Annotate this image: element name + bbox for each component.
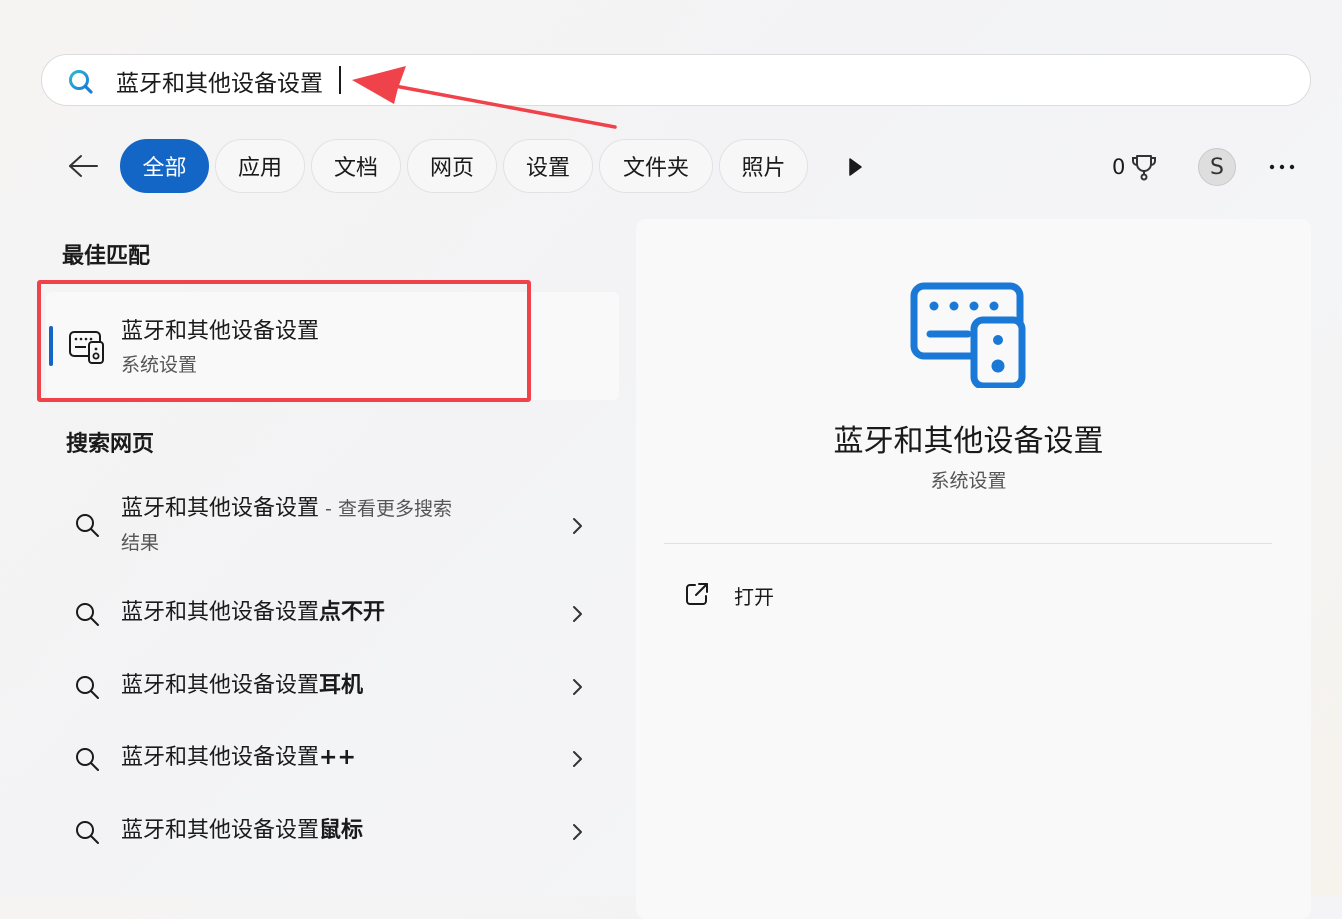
web-result-text: 蓝牙和其他设备设置耳机 [121,673,364,698]
chip-web[interactable]: 网页 [407,139,497,193]
selection-indicator [49,326,53,366]
more-options-button[interactable] [1262,150,1302,184]
web-result-text: 蓝牙和其他设备设置++ [121,745,356,770]
trophy-icon [1132,155,1157,181]
search-icon [76,748,99,771]
text-caret [339,66,341,94]
chip-all[interactable]: 全部 [120,139,209,193]
best-match-heading: 最佳匹配 [62,244,151,269]
search-icon [76,676,99,699]
chip-folders[interactable]: 文件夹 [599,139,713,193]
details-subtitle: 系统设置 [930,470,1007,492]
web-search-heading: 搜索网页 [66,432,155,457]
chip-photos[interactable]: 照片 [719,139,808,193]
avatar[interactable]: S [1198,148,1236,186]
chevron-right-icon [573,751,582,767]
more-filters-button[interactable] [838,150,872,184]
chevron-right-icon [573,606,582,622]
web-result-item[interactable]: 蓝牙和其他设备设置++ [62,741,602,777]
rewards-button[interactable]: 0 [1112,148,1157,186]
web-result-item[interactable]: 蓝牙和其他设备设置点不开 [62,596,602,632]
open-external-icon [686,583,708,605]
devices-icon [910,282,1026,388]
web-result-text: 蓝牙和其他设备设置点不开 [121,600,386,625]
search-icon [69,70,93,94]
best-match-item[interactable] [46,292,619,400]
search-icon [76,514,99,537]
search-box[interactable] [41,54,1311,106]
search-icon [76,603,99,626]
divider [664,543,1272,544]
rewards-count: 0 [1112,155,1126,179]
search-input[interactable] [116,65,1216,97]
chip-apps[interactable]: 应用 [215,139,305,193]
chevron-right-icon [573,679,582,695]
open-button[interactable]: 打开 [676,572,976,616]
back-button[interactable] [62,145,104,187]
chip-settings[interactable]: 设置 [503,139,593,193]
web-result-text: 蓝牙和其他设备设置 - 查看更多搜索 结果 [121,496,452,554]
best-match-subtitle: 系统设置 [121,354,198,376]
chip-documents[interactable]: 文档 [311,139,401,193]
web-result-item[interactable]: 蓝牙和其他设备设置鼠标 [62,814,602,850]
play-arrow-icon [849,158,862,176]
open-label: 打开 [734,585,774,609]
chevron-right-icon [573,518,582,534]
chevron-right-icon [573,824,582,840]
arrow-left-icon [69,155,98,177]
ellipsis-icon [1269,164,1295,170]
devices-icon [69,331,104,364]
web-result-item[interactable]: 蓝牙和其他设备设置耳机 [62,669,602,705]
web-result-text: 蓝牙和其他设备设置鼠标 [121,818,364,843]
details-title: 蓝牙和其他设备设置 [833,424,1104,459]
search-icon [76,821,99,844]
web-result-item[interactable]: 蓝牙和其他设备设置 - 查看更多搜索 结果 [62,492,602,562]
best-match-title: 蓝牙和其他设备设置 [121,319,320,344]
